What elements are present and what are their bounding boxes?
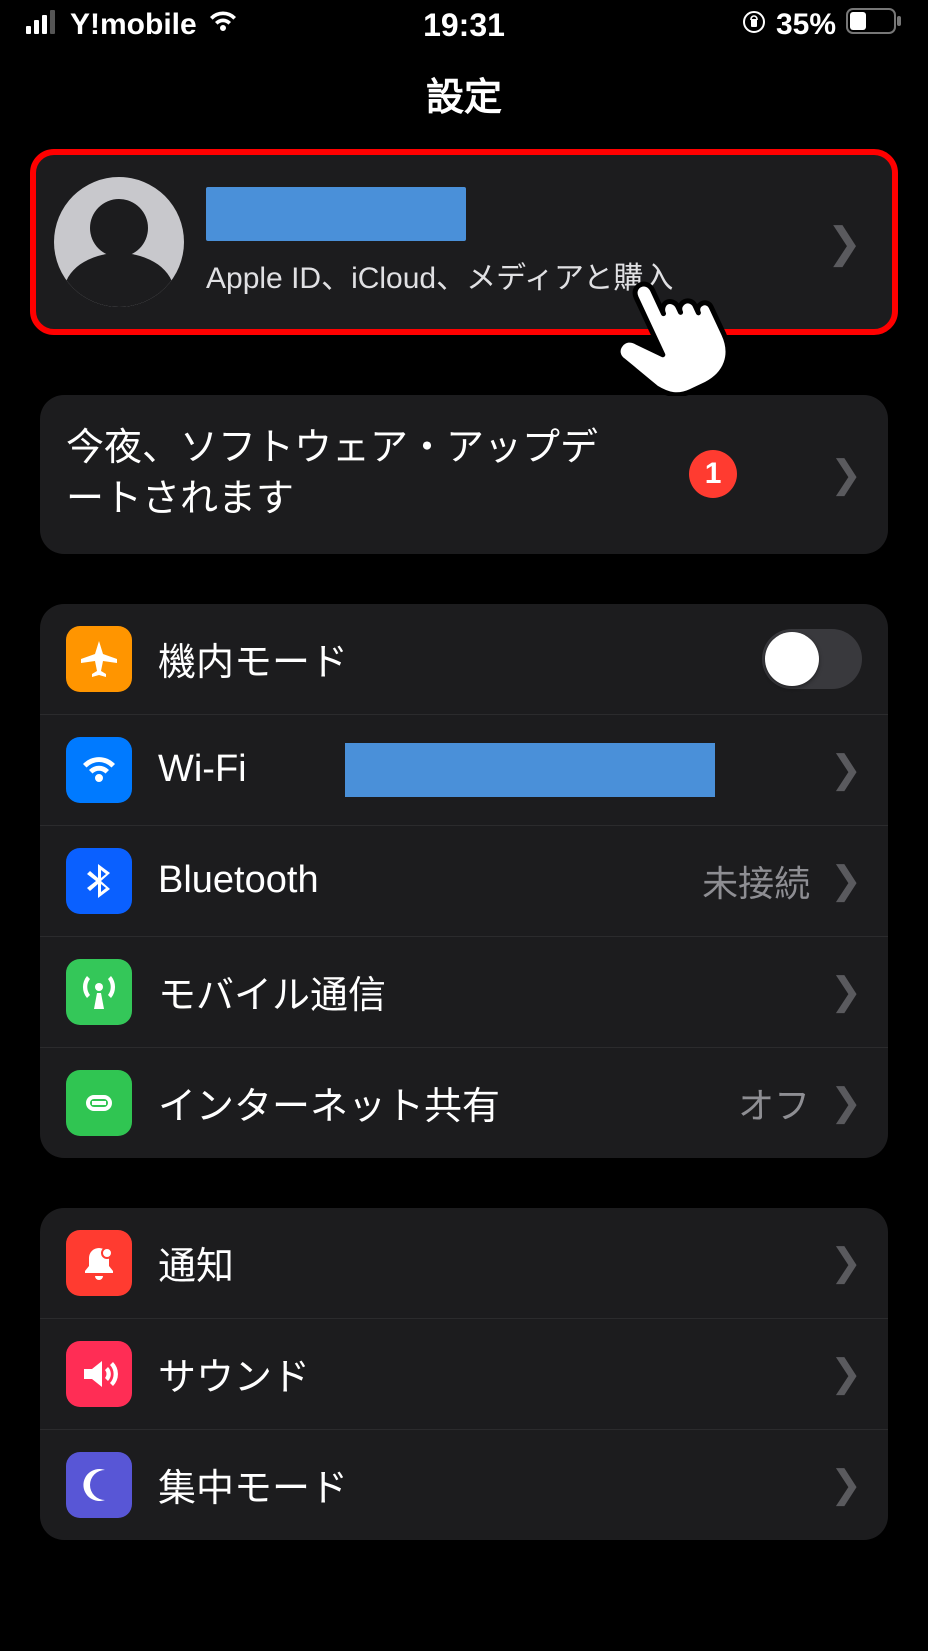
sound-icon	[66, 1341, 132, 1407]
row-label: Wi-Fi	[158, 748, 247, 791]
settings-group-alerts: 通知 ❯ サウンド ❯ 集中モード ❯	[40, 1208, 888, 1540]
row-label: サウンド	[158, 1346, 310, 1401]
bell-icon	[66, 1230, 132, 1296]
row-airplane-mode[interactable]: 機内モード	[40, 604, 888, 714]
row-label: 通知	[158, 1235, 234, 1290]
row-wifi[interactable]: Wi-Fi ❯	[40, 714, 888, 825]
row-bluetooth[interactable]: Bluetooth 未接続 ❯	[40, 825, 888, 936]
airplane-icon	[66, 626, 132, 692]
row-label: 集中モード	[158, 1457, 348, 1512]
moon-icon	[66, 1452, 132, 1518]
airplane-toggle[interactable]	[762, 629, 862, 689]
chevron-right-icon: ❯	[827, 218, 872, 267]
chevron-right-icon: ❯	[830, 1080, 862, 1125]
row-label: インターネット共有	[158, 1075, 500, 1130]
row-label: Bluetooth	[158, 859, 319, 902]
chevron-right-icon: ❯	[830, 1462, 862, 1507]
antenna-icon	[66, 959, 132, 1025]
profile-row[interactable]: Apple ID、iCloud、メディアと購入 ❯	[30, 149, 898, 335]
row-value: 未接続	[702, 855, 810, 907]
chevron-right-icon: ❯	[830, 1351, 862, 1396]
row-focus[interactable]: 集中モード ❯	[40, 1429, 888, 1540]
chevron-right-icon: ❯	[830, 1240, 862, 1285]
settings-group-connectivity: 機内モード Wi-Fi ❯ Bluetooth 未接続 ❯ モバイル通信 ❯ イ…	[40, 604, 888, 1158]
software-update-label: 今夜、ソフトウェア・アップデートされます	[66, 423, 626, 526]
chevron-right-icon: ❯	[830, 452, 862, 497]
avatar	[54, 177, 184, 307]
chevron-right-icon: ❯	[830, 858, 862, 903]
bluetooth-icon	[66, 848, 132, 914]
row-label: モバイル通信	[158, 964, 386, 1019]
clock: 19:31	[0, 7, 928, 44]
link-icon	[66, 1070, 132, 1136]
status-bar: Y!mobile 19:31 35%	[0, 0, 928, 50]
profile-name-redacted	[206, 187, 466, 241]
row-sounds[interactable]: サウンド ❯	[40, 1318, 888, 1429]
profile-subtitle: Apple ID、iCloud、メディアと購入	[206, 253, 673, 297]
row-personal-hotspot[interactable]: インターネット共有 オフ ❯	[40, 1047, 888, 1158]
row-notifications[interactable]: 通知 ❯	[40, 1208, 888, 1318]
wifi-value-redacted	[345, 743, 715, 797]
row-value: オフ	[738, 1077, 810, 1129]
update-badge: 1	[689, 450, 737, 498]
row-cellular[interactable]: モバイル通信 ❯	[40, 936, 888, 1047]
chevron-right-icon: ❯	[830, 747, 862, 792]
software-update-card[interactable]: 今夜、ソフトウェア・アップデートされます 1 ❯	[40, 395, 888, 554]
row-label: 機内モード	[158, 631, 348, 686]
wifi-icon	[66, 737, 132, 803]
page-title: 設定	[0, 50, 928, 149]
chevron-right-icon: ❯	[830, 969, 862, 1014]
